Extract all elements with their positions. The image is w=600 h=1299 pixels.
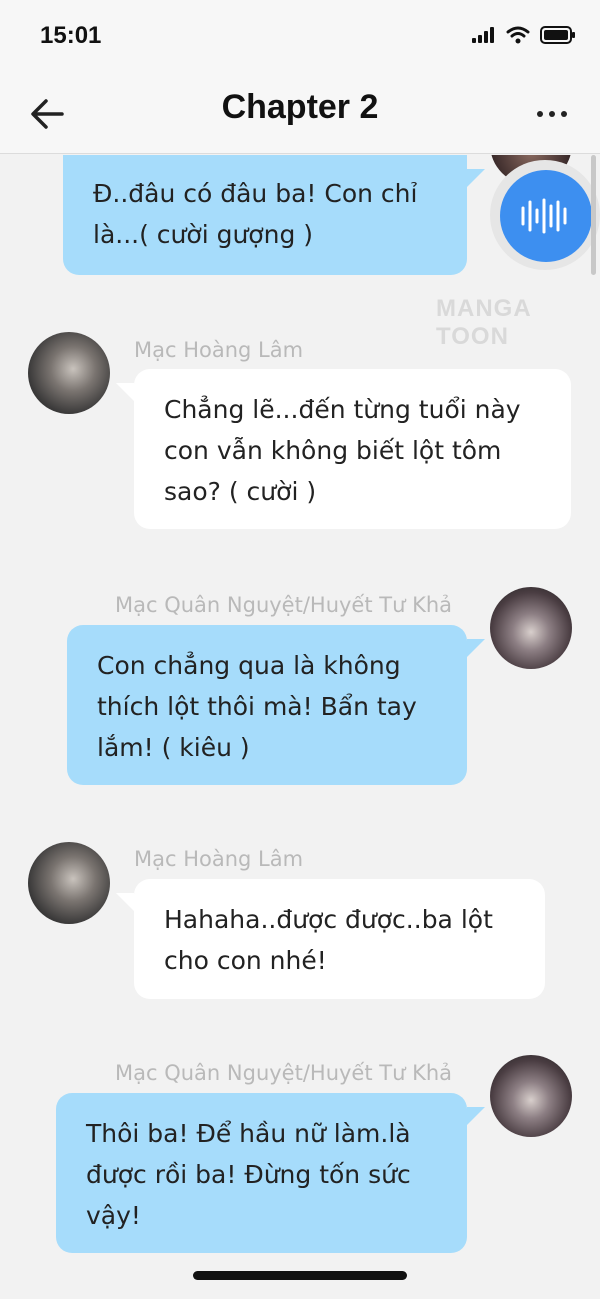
avatar [28, 842, 110, 924]
sender-name: Mạc Hoàng Lâm [134, 338, 304, 362]
sender-name: Mạc Quân Nguyệt/Huyết Tư Khả [115, 593, 453, 617]
page-title: Chapter 2 [221, 88, 379, 126]
scrollbar[interactable] [591, 155, 596, 275]
bubble-tail [467, 169, 485, 187]
chat-area[interactable]: Đ..đâu có đâu ba! Con chỉ là...( cười gư… [0, 155, 600, 1299]
bubble-tail [116, 893, 134, 911]
chat-bubble: Hahaha..được được..ba lột cho con nhé! [134, 879, 545, 999]
watermark: MANGA TOON [436, 295, 531, 350]
voice-button-inner [500, 170, 592, 262]
voice-button[interactable] [490, 160, 600, 270]
status-bar: 15:01 [0, 0, 600, 76]
message-text: Hahaha..được được..ba lột cho con nhé! [164, 905, 493, 975]
avatar [490, 587, 572, 669]
signal-icon [472, 27, 494, 43]
message-text: Thôi ba! Để hầu nữ làm.là được rồi ba! Đ… [86, 1119, 411, 1230]
status-icons [472, 26, 576, 44]
chat-bubble: Con chẳng qua là không thích lột thôi mà… [67, 625, 467, 785]
chat-bubble: Đ..đâu có đâu ba! Con chỉ là...( cười gư… [63, 155, 467, 275]
more-icon [537, 111, 567, 117]
message-text: Chẳng lẽ...đến từng tuổi này con vẫn khô… [164, 395, 521, 506]
nav-bar: Chapter 2 [0, 76, 600, 154]
home-indicator[interactable] [193, 1271, 407, 1280]
more-button[interactable] [530, 94, 574, 134]
avatar [28, 332, 110, 414]
bubble-tail [467, 1107, 485, 1125]
sender-name: Mạc Quân Nguyệt/Huyết Tư Khả [115, 1061, 453, 1085]
voice-wave-icon [521, 198, 567, 234]
message-text: Con chẳng qua là không thích lột thôi mà… [97, 651, 417, 762]
sender-name: Mạc Hoàng Lâm [134, 847, 304, 871]
chat-bubble: Chẳng lẽ...đến từng tuổi này con vẫn khô… [134, 369, 571, 529]
bubble-tail [116, 383, 134, 401]
avatar [490, 1055, 572, 1137]
battery-icon [540, 26, 575, 44]
bubble-tail [467, 639, 485, 657]
message-text: Đ..đâu có đâu ba! Con chỉ là...( cười gư… [93, 179, 418, 249]
chat-bubble: Thôi ba! Để hầu nữ làm.là được rồi ba! Đ… [56, 1093, 467, 1253]
status-time: 15:01 [40, 22, 102, 49]
wifi-icon [506, 26, 530, 44]
